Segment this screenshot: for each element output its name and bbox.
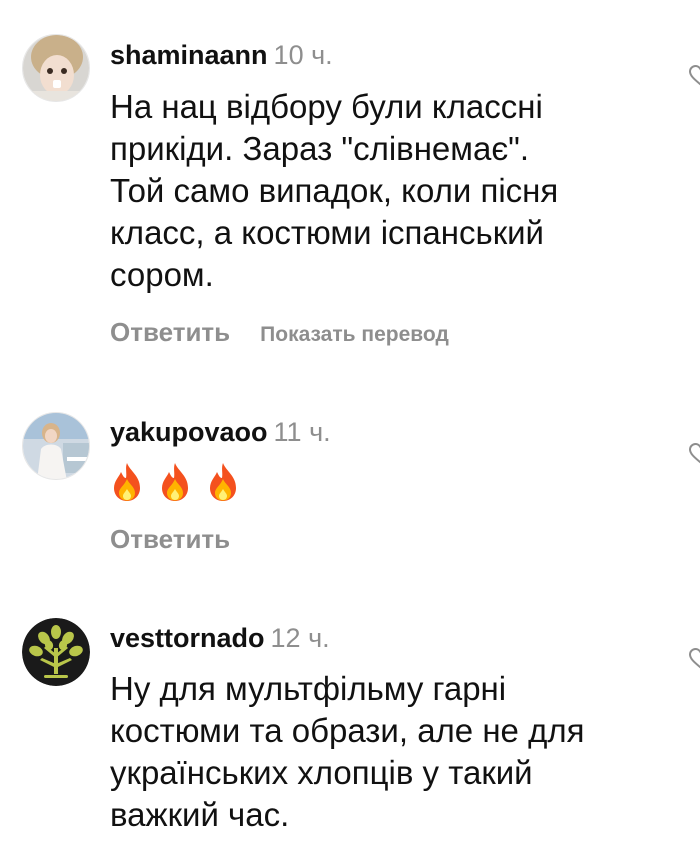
comment-actions: Ответить <box>110 522 230 556</box>
comment-header: yakupovaoo 11 ч. <box>110 415 331 449</box>
comment-text: Ну для мультфільму гарні костюми та обра… <box>110 670 585 833</box>
avatar-photo-girl-icon <box>23 35 89 101</box>
heart-icon[interactable] <box>688 63 700 87</box>
avatar[interactable] <box>22 34 90 102</box>
comment-text: На нац відбору були классні прикіди. Зар… <box>110 88 559 293</box>
fire-icon <box>158 462 192 502</box>
fire-icon <box>206 462 240 502</box>
comment-header: shaminaann 10 ч. <box>110 38 333 72</box>
tree-logo-icon <box>22 618 90 686</box>
username[interactable]: shaminaann <box>110 40 268 70</box>
avatar-photo-woman-white-dress-icon <box>23 413 89 479</box>
avatar[interactable] <box>22 412 90 480</box>
heart-icon[interactable] <box>688 441 700 465</box>
comment-emojis <box>110 462 240 502</box>
fire-icon <box>110 462 144 502</box>
timestamp: 11 ч. <box>273 417 331 447</box>
show-translation-button[interactable]: Показать перевод <box>260 323 449 346</box>
comment-header: vesttornado 12 ч. <box>110 621 330 655</box>
avatar[interactable] <box>22 618 90 686</box>
comment-actions: Ответить Показать перевод <box>110 315 449 349</box>
reply-button[interactable]: Ответить <box>110 524 230 554</box>
username[interactable]: yakupovaoo <box>110 417 268 447</box>
timestamp: 12 ч. <box>270 623 330 653</box>
heart-icon[interactable] <box>688 646 700 670</box>
timestamp: 10 ч. <box>273 40 333 70</box>
username[interactable]: vesttornado <box>110 623 265 653</box>
reply-button[interactable]: Ответить <box>110 317 230 347</box>
comments-list: shaminaann 10 ч. На нац відбору були клас… <box>0 0 700 853</box>
